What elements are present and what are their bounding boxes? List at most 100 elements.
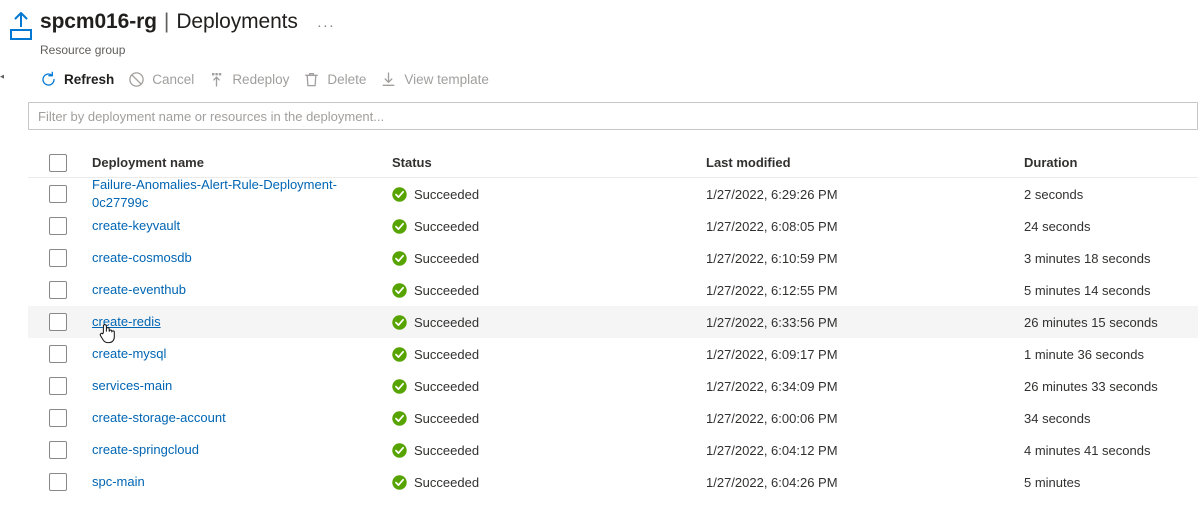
last-modified-cell: 1/27/2022, 6:09:17 PM: [706, 346, 838, 362]
table-row[interactable]: create-cosmosdb Succeeded 1/27/2022, 6:10:…: [28, 242, 1198, 274]
status-cell: Succeeded: [389, 475, 704, 490]
deployment-name-link[interactable]: Failure-Anomalies-Alert-Rule-Deployment-…: [92, 177, 337, 210]
row-checkbox[interactable]: [49, 313, 67, 331]
column-header-deployment-name[interactable]: Deployment name: [71, 155, 389, 170]
row-checkbox[interactable]: [49, 409, 67, 427]
duration-cell: 2 seconds: [1024, 186, 1084, 202]
row-select-cell: [28, 377, 71, 395]
left-rail-chevron-clipped: ◀: [0, 72, 4, 80]
redeploy-label: Redeploy: [232, 71, 290, 87]
deployment-name-cell: create-mysql: [71, 345, 389, 363]
deployment-name-link[interactable]: create-keyvault: [92, 218, 180, 233]
status-cell: Succeeded: [389, 411, 704, 426]
status-label: Succeeded: [414, 282, 480, 298]
status-label: Succeeded: [414, 218, 480, 234]
success-check-icon: [392, 442, 407, 458]
more-options-ellipsis-button[interactable]: ···: [314, 17, 338, 34]
status-label: Succeeded: [414, 378, 480, 394]
table-row[interactable]: create-mysql Succeeded 1/27/2022, 6:09:17 …: [28, 338, 1198, 370]
deployment-name-link[interactable]: services-main: [92, 378, 172, 393]
status-cell: Succeeded: [389, 219, 704, 234]
row-select-cell: [28, 217, 71, 235]
deployment-name-link[interactable]: spc-main: [92, 474, 145, 489]
success-check-icon: [392, 282, 407, 298]
row-checkbox[interactable]: [49, 377, 67, 395]
duration-cell: 3 minutes 18 seconds: [1024, 250, 1151, 266]
status-cell: Succeeded: [389, 187, 704, 202]
deployment-name-link[interactable]: create-storage-account: [92, 410, 226, 425]
status-label: Succeeded: [414, 346, 480, 362]
duration-cell: 5 minutes 14 seconds: [1024, 282, 1151, 298]
view-template-button[interactable]: View template: [376, 64, 499, 94]
deployment-filter-input[interactable]: [28, 102, 1198, 130]
duration-cell: 26 minutes 33 seconds: [1024, 378, 1158, 394]
command-bar: Refresh Cancel Redeploy Delete View temp…: [0, 60, 1198, 98]
deployment-name-link[interactable]: create-cosmosdb: [92, 250, 192, 265]
success-check-icon: [392, 218, 407, 234]
status-label: Succeeded: [414, 410, 480, 426]
delete-trash-icon: [303, 71, 320, 88]
status-label: Succeeded: [414, 442, 480, 458]
title-separator: |: [163, 10, 170, 33]
success-check-icon: [392, 474, 407, 490]
refresh-button[interactable]: Refresh: [36, 64, 124, 94]
table-row[interactable]: create-storage-account Succeeded 1/27/2022…: [28, 402, 1198, 434]
download-icon: [380, 71, 397, 88]
table-row[interactable]: create-keyvault Succeeded 1/27/2022, 6:08:…: [28, 210, 1198, 242]
success-check-icon: [392, 314, 407, 330]
delete-button[interactable]: Delete: [299, 64, 376, 94]
last-modified-cell: 1/27/2022, 6:04:12 PM: [706, 442, 838, 458]
duration-cell: 4 minutes 41 seconds: [1024, 442, 1151, 458]
column-header-status[interactable]: Status: [389, 155, 704, 170]
success-check-icon: [392, 410, 407, 426]
deployment-name-cell: Failure-Anomalies-Alert-Rule-Deployment-…: [71, 176, 389, 212]
deployments-table: Deployment name Status Last modified Dur…: [0, 148, 1198, 498]
last-modified-cell: 1/27/2022, 6:00:06 PM: [706, 410, 838, 426]
status-cell: Succeeded: [389, 283, 704, 298]
status-cell: Succeeded: [389, 443, 704, 458]
redeploy-button[interactable]: Redeploy: [204, 64, 299, 94]
table-row[interactable]: spc-main Succeeded 1/27/2022, 6:04:26 PM 5 …: [28, 466, 1198, 498]
deployment-name-link[interactable]: create-mysql: [92, 346, 166, 361]
deployment-name-cell: spc-main: [71, 473, 389, 491]
deployment-name-cell: create-eventhub: [71, 281, 389, 299]
deployment-name-link[interactable]: create-eventhub: [92, 282, 186, 297]
row-checkbox[interactable]: [49, 345, 67, 363]
resource-type-subtitle: Resource group: [40, 43, 126, 57]
last-modified-cell: 1/27/2022, 6:12:55 PM: [706, 282, 838, 298]
status-cell: Succeeded: [389, 315, 704, 330]
success-check-icon: [392, 186, 407, 202]
deployment-name-cell: services-main: [71, 377, 389, 395]
row-checkbox[interactable]: [49, 249, 67, 267]
refresh-icon: [40, 71, 57, 88]
select-all-checkbox[interactable]: [49, 153, 67, 172]
filter-bar: [0, 98, 1198, 130]
row-select-cell: [28, 345, 71, 363]
cancel-button[interactable]: Cancel: [124, 64, 204, 94]
table-row[interactable]: Failure-Anomalies-Alert-Rule-Deployment-…: [28, 176, 1198, 212]
table-row[interactable]: create-redis Succeeded 1/27/2022, 6:33:56 …: [28, 306, 1198, 338]
duration-cell: 26 minutes 15 seconds: [1024, 314, 1158, 330]
column-header-duration[interactable]: Duration: [1022, 155, 1198, 170]
title-block: spcm016-rg | Deployments ··· Resource gr…: [0, 10, 1198, 57]
table-row[interactable]: create-eventhub Succeeded 1/27/2022, 6:12:…: [28, 274, 1198, 306]
status-cell: Succeeded: [389, 379, 704, 394]
row-checkbox[interactable]: [49, 473, 67, 491]
row-select-cell: [28, 441, 71, 459]
table-row[interactable]: services-main Succeeded 1/27/2022, 6:34:09…: [28, 370, 1198, 402]
status-label: Succeeded: [414, 186, 480, 202]
last-modified-cell: 1/27/2022, 6:10:59 PM: [706, 250, 838, 266]
row-select-cell: [28, 313, 71, 331]
table-row[interactable]: create-springcloud Succeeded 1/27/2022, 6:…: [28, 434, 1198, 466]
last-modified-cell: 1/27/2022, 6:04:26 PM: [706, 474, 838, 490]
refresh-label: Refresh: [64, 71, 115, 87]
column-header-last-modified[interactable]: Last modified: [704, 155, 1022, 170]
deployment-name-cell: create-storage-account: [71, 409, 389, 427]
deployment-name-link[interactable]: create-springcloud: [92, 442, 199, 457]
resource-name: spcm016-rg: [40, 10, 157, 33]
row-checkbox[interactable]: [49, 217, 67, 235]
row-checkbox[interactable]: [49, 185, 67, 203]
row-checkbox[interactable]: [49, 281, 67, 299]
row-checkbox[interactable]: [49, 441, 67, 459]
deployment-name-link[interactable]: create-redis: [92, 314, 161, 329]
